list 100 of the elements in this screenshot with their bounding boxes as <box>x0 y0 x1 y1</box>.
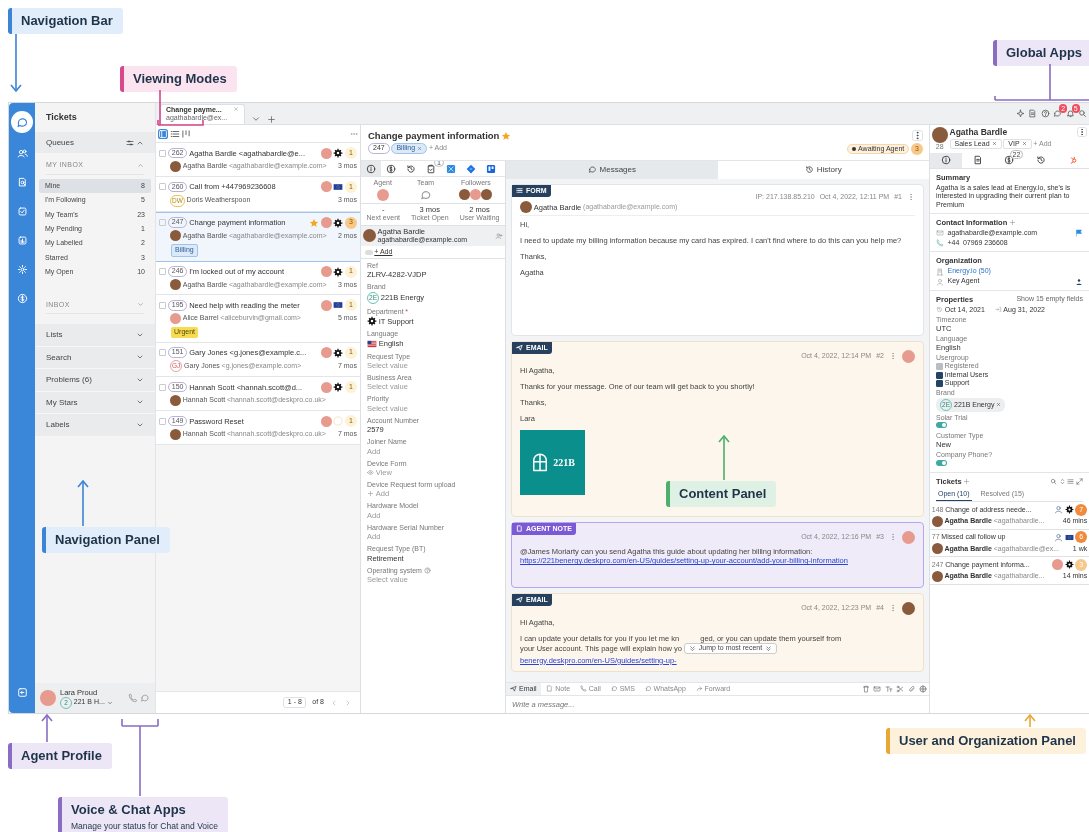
section-header[interactable]: Queues <box>35 131 155 155</box>
user-avatar <box>170 160 181 172</box>
help-icon[interactable] <box>1040 109 1050 118</box>
chevron-icon[interactable] <box>251 114 262 124</box>
history-icon[interactable] <box>406 163 416 174</box>
info-icon[interactable] <box>940 155 951 166</box>
remove-icon[interactable] <box>1021 141 1027 147</box>
agent-avatar <box>320 181 332 193</box>
diamond-icon[interactable] <box>466 163 476 174</box>
checkbox[interactable] <box>936 371 943 379</box>
add-tab-icon[interactable] <box>267 115 277 124</box>
author-avatar <box>520 201 532 214</box>
view-mode-button[interactable] <box>181 128 192 139</box>
close-icon[interactable] <box>233 106 240 112</box>
sort-icon[interactable] <box>1058 477 1066 485</box>
dollar-icon[interactable] <box>1004 155 1015 166</box>
phone-icon[interactable] <box>128 693 139 703</box>
follower-avatar <box>481 188 493 200</box>
text-format-icon[interactable] <box>884 684 893 693</box>
remove-icon[interactable] <box>996 402 1002 408</box>
bell-icon[interactable] <box>1065 109 1075 118</box>
toggle-switch[interactable] <box>936 421 947 428</box>
callout-label: User and Organization Panel <box>886 728 1086 754</box>
people-icon[interactable] <box>16 147 28 159</box>
history-icon <box>804 165 814 175</box>
chat-icon <box>610 685 618 693</box>
gear-icon <box>367 316 377 327</box>
logout-icon[interactable] <box>16 686 28 698</box>
dollar-icon[interactable] <box>386 163 396 174</box>
send-icon <box>516 344 523 352</box>
filter-icon[interactable] <box>126 138 135 147</box>
change-user-icon[interactable] <box>495 231 504 240</box>
chart-icon[interactable] <box>16 234 28 246</box>
trash-icon[interactable] <box>861 684 870 693</box>
remove-icon[interactable] <box>417 145 423 151</box>
note-icon <box>546 685 554 693</box>
callout-label: Global Apps <box>993 40 1089 66</box>
content-tab[interactable]: Messages <box>506 161 718 179</box>
agent-avatar <box>320 299 332 311</box>
scissors-icon[interactable] <box>896 684 905 693</box>
globe-icon[interactable] <box>919 684 928 693</box>
section-header[interactable]: Search <box>35 346 155 370</box>
search-doc-icon[interactable] <box>16 176 28 188</box>
search-icon[interactable] <box>1078 109 1088 118</box>
chevron-icon[interactable] <box>106 699 113 706</box>
sender-avatar <box>902 602 915 615</box>
more-icon[interactable] <box>889 352 897 361</box>
chat-icon[interactable] <box>1053 109 1063 118</box>
app-icon[interactable] <box>446 163 456 174</box>
checkbox[interactable] <box>936 379 943 387</box>
previous-page-icon[interactable] <box>330 698 338 707</box>
chat-icon <box>644 685 652 693</box>
info-icon[interactable] <box>366 163 376 174</box>
section-header[interactable]: Labels <box>35 414 155 437</box>
chat-icon[interactable] <box>140 693 150 703</box>
help-icon[interactable] <box>423 567 431 575</box>
view-mode-button[interactable] <box>169 128 180 139</box>
sparkle-icon[interactable] <box>1015 109 1025 118</box>
list-icon[interactable] <box>1067 477 1075 485</box>
chevron-icon[interactable] <box>137 301 144 309</box>
paperclip-icon[interactable] <box>907 684 916 693</box>
search-icon[interactable] <box>1049 477 1057 485</box>
agent-avatar <box>376 188 389 201</box>
section-header[interactable]: Problems (6) <box>35 369 155 392</box>
team-icon[interactable] <box>419 188 432 201</box>
remove-icon[interactable] <box>991 141 997 147</box>
view-mode-button[interactable] <box>157 128 168 139</box>
agent-avatar <box>40 690 56 706</box>
columns-icon <box>181 128 192 139</box>
chevron-icon[interactable] <box>137 162 144 170</box>
more-button[interactable] <box>912 130 923 141</box>
forward-icon <box>695 685 703 693</box>
add-icon[interactable] <box>963 477 971 485</box>
envelope-icon[interactable] <box>873 684 882 693</box>
expand-icon[interactable] <box>1076 477 1083 485</box>
clipboard-icon[interactable] <box>426 163 436 174</box>
more-icon[interactable] <box>889 533 897 542</box>
gear-icon[interactable] <box>16 263 28 275</box>
check-icon[interactable] <box>16 205 28 217</box>
user-avatar <box>170 395 181 407</box>
more-button[interactable] <box>1077 126 1088 137</box>
toggle-switch[interactable] <box>936 459 947 466</box>
callout-label: Viewing Modes <box>120 66 237 92</box>
more-icon <box>913 131 922 140</box>
more-icon[interactable] <box>889 604 897 613</box>
user-avatar <box>170 230 181 242</box>
history-icon[interactable] <box>1036 155 1047 166</box>
section-header[interactable]: My Stars <box>35 391 155 415</box>
section-header[interactable]: Lists <box>35 323 155 347</box>
user-avatar <box>170 428 181 440</box>
next-page-icon[interactable] <box>344 698 352 707</box>
chat-icon[interactable] <box>15 115 29 129</box>
user-avatar <box>170 313 181 325</box>
more-icon[interactable] <box>907 193 915 202</box>
sprocket-icon[interactable] <box>1068 155 1079 166</box>
add-icon[interactable] <box>1009 219 1016 227</box>
double-chevron-icon <box>688 645 696 653</box>
board-icon[interactable] <box>486 163 496 174</box>
doc-icon[interactable] <box>972 155 983 166</box>
content-tab[interactable]: History <box>717 161 929 179</box>
